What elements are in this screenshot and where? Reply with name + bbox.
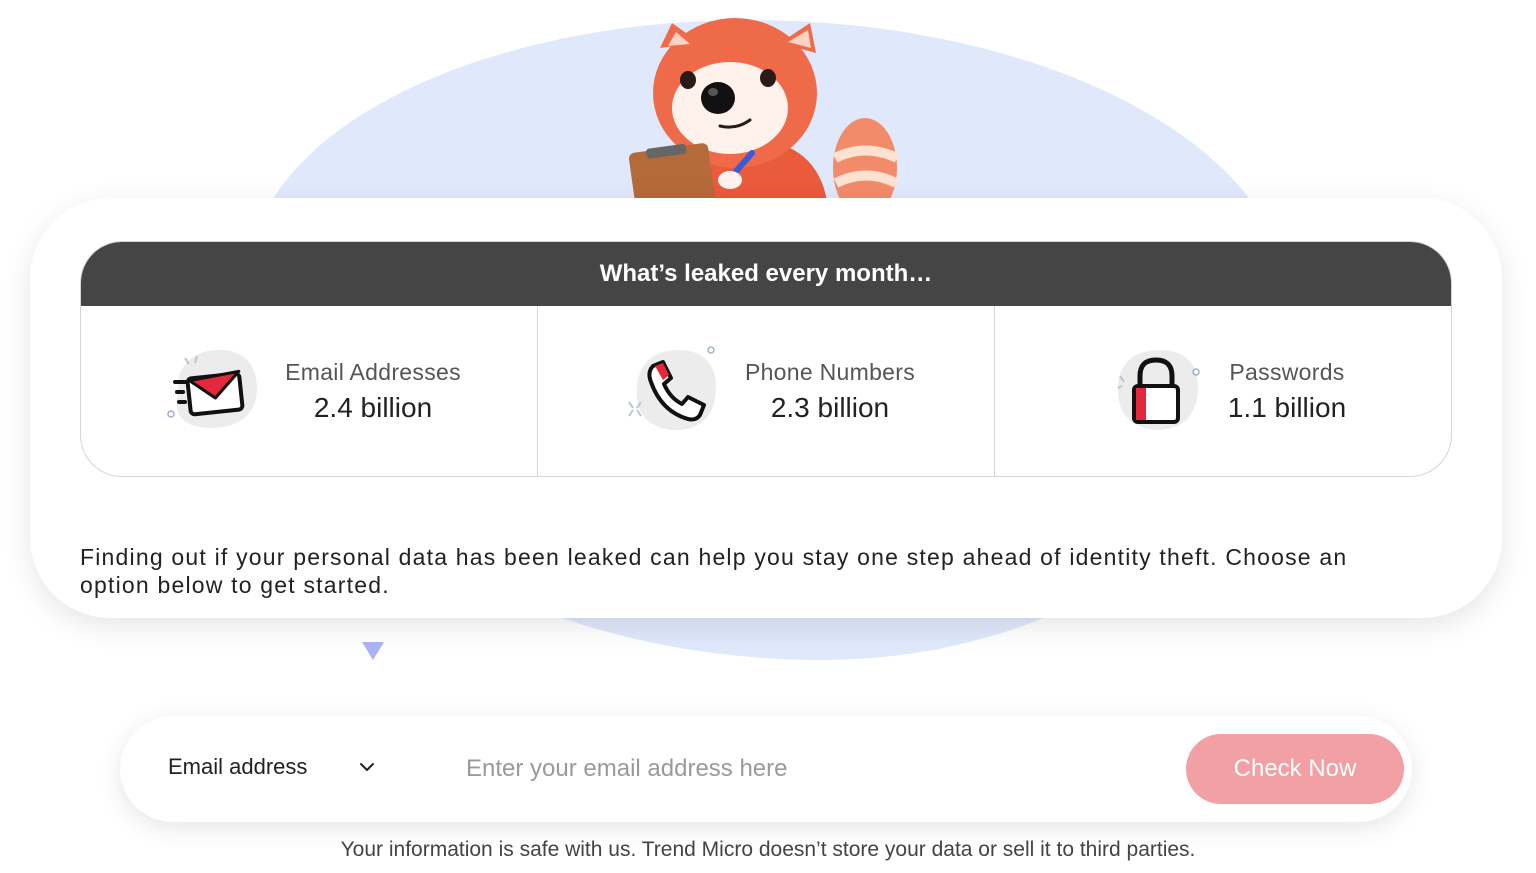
stats-row: Email Addresses 2.4 billion Phone Number… — [81, 306, 1451, 476]
stat-value: 1.1 billion — [1227, 391, 1347, 423]
leak-stats-panel: What’s leaked every month… Email Address… — [80, 241, 1452, 477]
search-type-label: Email address — [168, 754, 308, 779]
stat-email-addresses: Email Addresses 2.4 billion — [81, 306, 538, 476]
stat-phone-numbers: Phone Numbers 2.3 billion — [538, 306, 995, 476]
pointer-arrow-icon — [362, 642, 384, 660]
stat-value: 2.3 billion — [770, 391, 890, 423]
description-text: Finding out if your personal data has be… — [80, 544, 1348, 598]
search-bar: Email address Check Now — [120, 716, 1412, 822]
privacy-note: Your information is safe with us. Trend … — [340, 838, 1196, 861]
phone-icon — [617, 336, 727, 446]
stat-passwords: Passwords 1.1 billion — [995, 306, 1451, 476]
stats-header: What’s leaked every month… — [81, 242, 1451, 306]
check-now-button[interactable]: Check Now — [1186, 734, 1404, 804]
red-panda-mascot-illustration — [628, 18, 900, 208]
lock-icon — [1100, 336, 1210, 446]
envelope-icon — [157, 336, 267, 446]
info-card: What’s leaked every month… Email Address… — [30, 198, 1502, 618]
stat-label: Phone Numbers — [744, 358, 916, 385]
email-input[interactable] — [464, 746, 1168, 792]
search-type-dropdown[interactable]: Email address — [168, 754, 375, 780]
stat-label: Email Addresses — [285, 358, 461, 385]
stat-label: Passwords — [1229, 358, 1345, 385]
page: What’s leaked every month… Email Address… — [0, 0, 1536, 873]
chevron-down-icon — [360, 763, 375, 771]
stat-value: 2.4 billion — [313, 391, 433, 423]
